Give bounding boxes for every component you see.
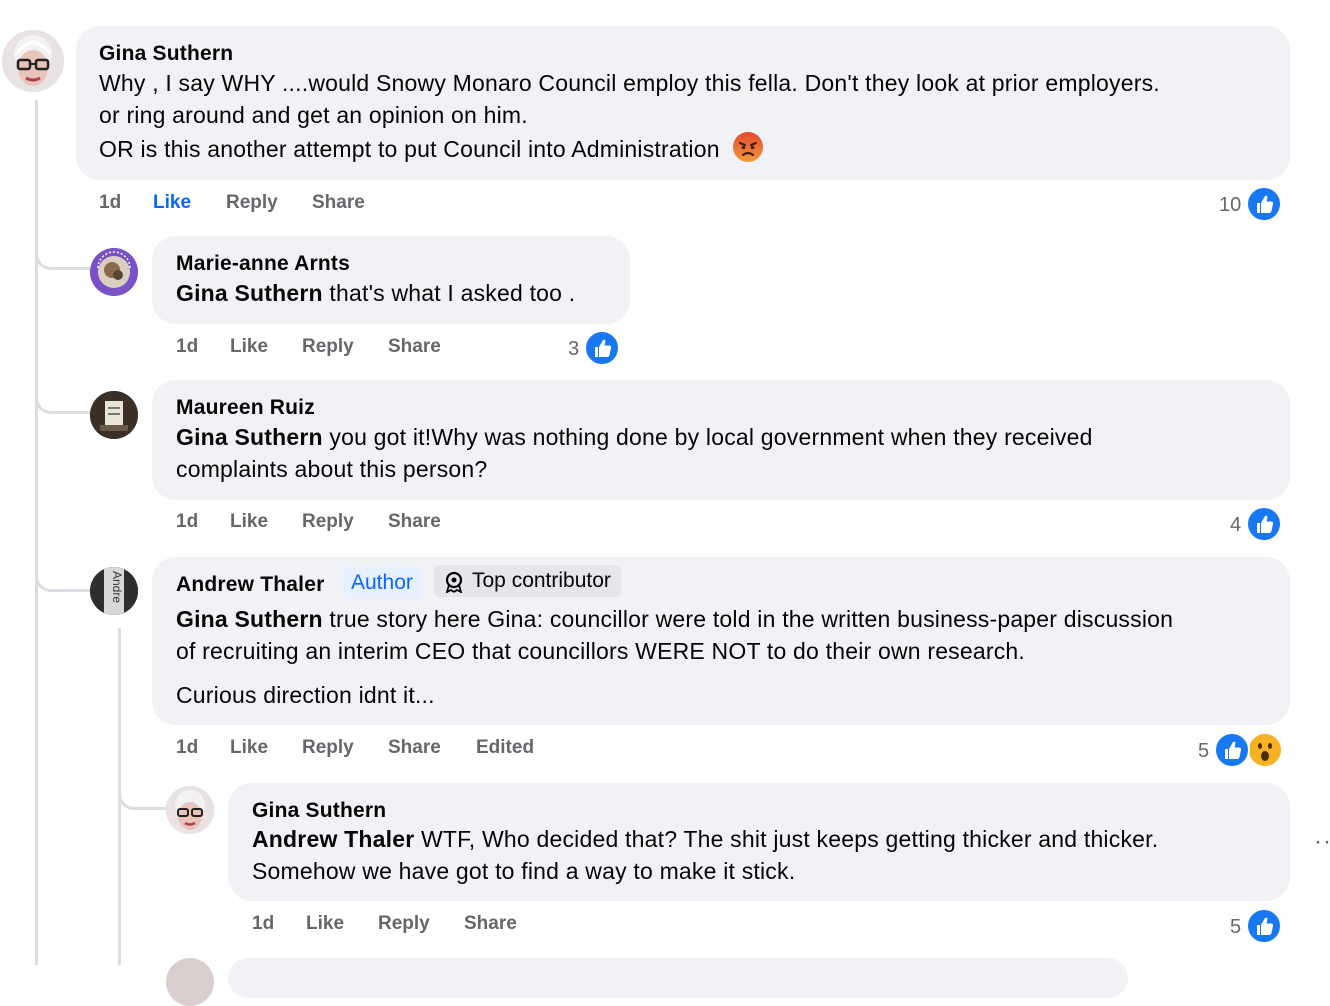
comment-text: Andrew Thaler WTF, Who decided that? The… <box>252 823 1282 887</box>
share-button[interactable]: Share <box>464 913 517 935</box>
comment-actions: 1d Like Reply Share Edited <box>176 737 626 761</box>
comment-text: Gina Suthern you got it!Why was nothing … <box>176 421 1276 485</box>
reply-button[interactable]: Reply <box>226 192 278 214</box>
avatar-photo-icon <box>2 30 64 92</box>
like-reaction-icon[interactable] <box>1214 732 1250 768</box>
comment-text-body: true story here Gina: councillor were to… <box>322 606 1174 632</box>
thread-curve-2 <box>35 396 90 414</box>
comment-text-line: Why , I say WHY ....would Snowy Monaro C… <box>99 70 1160 96</box>
comment-text-body: that's what I asked too . <box>322 280 576 306</box>
comment-text-line: Gina Suthern true story here Gina: counc… <box>176 603 1276 635</box>
comment-author[interactable]: Gina Suthern <box>252 799 386 823</box>
comment-author[interactable]: Gina Suthern <box>99 42 233 66</box>
reaction-count[interactable]: 3 <box>568 338 579 361</box>
comment-text-line: or ring around and get an opinion on him… <box>99 102 528 128</box>
mention-link[interactable]: Gina Suthern <box>176 280 323 306</box>
share-button[interactable]: Share <box>388 511 441 533</box>
share-button[interactable]: Share <box>388 737 441 759</box>
avatar-badge-icon <box>90 248 138 296</box>
comment-text-line: Gina Suthern you got it!Why was nothing … <box>176 421 1276 453</box>
comment-timestamp[interactable]: 1d <box>99 192 121 214</box>
mention-link[interactable]: Andrew Thaler <box>252 826 414 852</box>
avatar[interactable] <box>2 30 64 92</box>
like-reaction-icon[interactable] <box>584 330 620 366</box>
comment-text: Why , I say WHY ....would Snowy Monaro C… <box>99 67 1279 171</box>
avatar[interactable] <box>90 391 138 439</box>
award-icon <box>444 571 464 599</box>
top-contributor-badge: Top contributor <box>434 565 621 597</box>
comment-text-line: complaints about this person? <box>176 456 488 482</box>
comment-actions: 1d Like Reply Share <box>176 336 576 360</box>
avatar-text: Andre <box>110 571 124 604</box>
share-button[interactable]: Share <box>312 192 365 214</box>
more-options-button[interactable]: ·· <box>1314 828 1330 856</box>
mention-link[interactable]: Gina Suthern <box>176 606 323 632</box>
like-button[interactable]: Like <box>153 192 191 214</box>
top-contributor-label: Top contributor <box>472 569 611 592</box>
comment-timestamp[interactable]: 1d <box>176 336 198 358</box>
reaction-count[interactable]: 5 <box>1230 916 1241 939</box>
comment-text-line: Somehow we have got to find a way to mak… <box>252 858 796 884</box>
like-button[interactable]: Like <box>230 737 268 759</box>
reaction-count[interactable]: 4 <box>1230 514 1241 537</box>
comment-actions: 1d Like Reply Share <box>99 192 599 216</box>
comment-text: Gina Suthern true story here Gina: counc… <box>176 603 1276 711</box>
comment-text-line: of recruiting an interim CEO that counci… <box>176 638 1026 664</box>
reply-button[interactable]: Reply <box>378 913 430 935</box>
wow-reaction-icon[interactable] <box>1247 732 1283 768</box>
reaction-count[interactable]: 10 <box>1219 194 1241 217</box>
comment-author[interactable]: Marie-anne Arnts <box>176 252 350 276</box>
mention-link[interactable]: Gina Suthern <box>176 424 323 450</box>
like-reaction-icon[interactable] <box>1246 908 1282 944</box>
comment-timestamp[interactable]: 1d <box>176 511 198 533</box>
comment-timestamp[interactable]: 1d <box>176 737 198 759</box>
comment-text-line: Andrew Thaler WTF, Who decided that? The… <box>252 823 1282 855</box>
comment-bubble <box>228 958 1128 998</box>
comment-text-line-text: OR is this another attempt to put Counci… <box>99 136 720 163</box>
thread-line-main <box>35 100 38 965</box>
edited-label: Edited <box>476 737 535 758</box>
comment-text-body: you got it!Why was nothing done by local… <box>322 424 1093 450</box>
like-button[interactable]: Like <box>230 336 268 358</box>
thread-curve-4 <box>118 792 166 810</box>
like-reaction-icon[interactable] <box>1246 186 1282 222</box>
thread-curve-1 <box>35 252 90 270</box>
avatar-photo-icon <box>90 391 138 439</box>
avatar[interactable]: Andre <box>90 567 138 615</box>
thread-curve-3 <box>35 574 90 592</box>
angry-face-icon <box>732 131 764 171</box>
avatar[interactable] <box>90 248 138 296</box>
comment-text: Gina Suthern that's what I asked too . <box>176 277 626 309</box>
comment-author[interactable]: Maureen Ruiz <box>176 396 315 420</box>
reply-button[interactable]: Reply <box>302 336 354 358</box>
comment-text-line: Curious direction idnt it... <box>176 682 435 708</box>
comment-text-line: OR is this another attempt to put Counci… <box>99 131 1279 171</box>
like-reaction-icon[interactable] <box>1246 506 1282 542</box>
comment-text-body: WTF, Who decided that? The shit just kee… <box>414 826 1159 852</box>
comment-actions: 1d Like Reply Share <box>176 511 576 535</box>
avatar[interactable] <box>166 786 214 834</box>
reply-button[interactable]: Reply <box>302 511 354 533</box>
share-button[interactable]: Share <box>388 336 441 358</box>
comment-author[interactable]: Andrew Thaler <box>176 573 324 597</box>
comment-timestamp[interactable]: 1d <box>252 913 274 935</box>
avatar-photo-icon <box>166 786 214 834</box>
reply-button[interactable]: Reply <box>302 737 354 759</box>
like-button[interactable]: Like <box>230 511 268 533</box>
reaction-count[interactable]: 5 <box>1198 740 1209 763</box>
avatar[interactable] <box>166 958 214 1006</box>
comment-actions: 1d Like Reply Share <box>252 913 652 937</box>
author-badge: Author <box>343 567 421 599</box>
like-button[interactable]: Like <box>306 913 344 935</box>
